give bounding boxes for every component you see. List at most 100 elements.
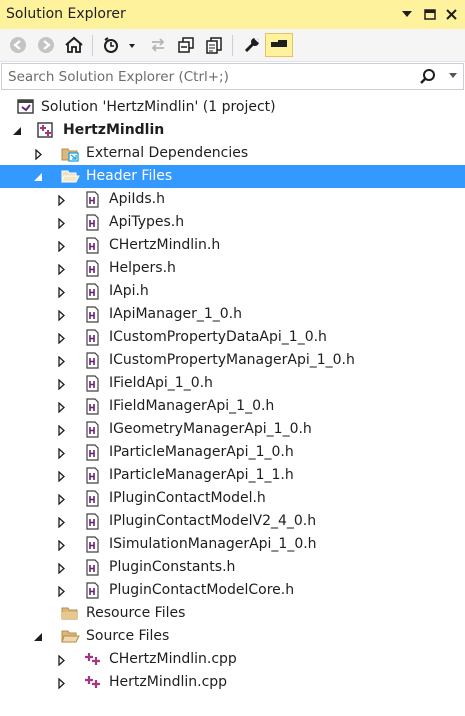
collapsed-arrow-icon[interactable] xyxy=(56,217,67,230)
maximize-icon[interactable] xyxy=(421,5,439,23)
tree-item-label: ApiTypes.h xyxy=(109,214,185,230)
collapsed-arrow-icon[interactable] xyxy=(56,516,67,529)
solution-tree: Solution 'HertzMindlin' (1 project) Hert… xyxy=(0,96,465,694)
collapsed-arrow-icon[interactable] xyxy=(56,401,67,414)
tree-item-header-file[interactable]: IGeometryManagerApi_1_0.h xyxy=(0,418,465,441)
pending-changes-filter-icon[interactable] xyxy=(102,33,136,57)
collapsed-arrow-icon[interactable] xyxy=(56,355,67,368)
collapsed-arrow-icon[interactable] xyxy=(56,240,67,253)
collapsed-arrow-icon[interactable] xyxy=(56,424,67,437)
tree-item-header-file[interactable]: IFieldManagerApi_1_0.h xyxy=(0,395,465,418)
tree-item-header-file[interactable]: IFieldApi_1_0.h xyxy=(0,372,465,395)
tree-item-label: HertzMindlin xyxy=(63,122,165,138)
expanded-arrow-icon[interactable] xyxy=(33,171,44,182)
search-box[interactable] xyxy=(1,63,464,90)
tree-item-source-file[interactable]: CHertzMindlin.cpp xyxy=(0,648,465,671)
folder-icon xyxy=(61,605,78,622)
collapsed-arrow-icon[interactable] xyxy=(56,654,67,667)
toolbar-separator xyxy=(232,35,233,56)
header-file-icon xyxy=(84,260,101,277)
panel-title: Solution Explorer xyxy=(6,6,126,22)
collapsed-arrow-icon[interactable] xyxy=(56,493,67,506)
tree-item-label: Source Files xyxy=(86,628,170,644)
cpp-file-icon xyxy=(84,651,101,668)
collapsed-arrow-icon[interactable] xyxy=(56,562,67,575)
properties-wrench-icon[interactable] xyxy=(240,33,264,57)
header-file-icon xyxy=(84,214,101,231)
collapsed-arrow-icon[interactable] xyxy=(56,539,67,552)
tree-item-solution[interactable]: Solution 'HertzMindlin' (1 project) xyxy=(0,96,465,119)
toolbar-separator xyxy=(92,35,93,56)
tree-item-header-files[interactable]: Header Files xyxy=(0,165,465,188)
home-icon[interactable] xyxy=(62,33,86,57)
header-file-icon xyxy=(84,237,101,254)
tree-item-source-file[interactable]: HertzMindlin.cpp xyxy=(0,671,465,694)
search-options-dropdown-icon[interactable] xyxy=(449,73,457,78)
tree-item-label: PluginContactModelCore.h xyxy=(109,582,295,598)
search-input[interactable] xyxy=(2,64,428,89)
header-file-icon xyxy=(84,582,101,599)
collapsed-arrow-icon[interactable] xyxy=(56,447,67,460)
tree-item-header-file[interactable]: IApi.h xyxy=(0,280,465,303)
collapsed-arrow-icon[interactable] xyxy=(56,286,67,299)
collapse-all-icon[interactable] xyxy=(174,33,198,57)
back-icon[interactable] xyxy=(6,33,30,57)
collapsed-arrow-icon[interactable] xyxy=(56,309,67,322)
expanded-arrow-icon[interactable] xyxy=(12,125,23,136)
tree-item-label: IFieldApi_1_0.h xyxy=(109,375,213,391)
tree-item-label: IApi.h xyxy=(109,283,149,299)
tree-item-label: ApiIds.h xyxy=(109,191,165,207)
collapsed-arrow-icon[interactable] xyxy=(33,148,44,161)
header-file-icon xyxy=(84,398,101,415)
tree-item-label: IGeometryManagerApi_1_0.h xyxy=(109,421,312,437)
collapsed-arrow-icon[interactable] xyxy=(56,470,67,483)
tree-item-label: ICustomPropertyDataApi_1_0.h xyxy=(109,329,327,345)
tree-item-header-file[interactable]: ApiTypes.h xyxy=(0,211,465,234)
collapsed-arrow-icon[interactable] xyxy=(56,378,67,391)
forward-icon[interactable] xyxy=(34,33,58,57)
close-icon[interactable] xyxy=(442,5,460,23)
preview-selected-items-icon[interactable] xyxy=(265,33,293,57)
header-file-icon xyxy=(84,421,101,438)
collapsed-arrow-icon[interactable] xyxy=(56,332,67,345)
tree-item-label: Solution 'HertzMindlin' (1 project) xyxy=(41,99,276,115)
tree-item-header-file[interactable]: PluginContactModelCore.h xyxy=(0,579,465,602)
collapsed-arrow-icon[interactable] xyxy=(56,194,67,207)
expanded-arrow-icon[interactable] xyxy=(33,631,44,642)
tree-item-header-file[interactable]: CHertzMindlin.h xyxy=(0,234,465,257)
tree-item-label: HertzMindlin.cpp xyxy=(109,674,228,690)
tree-item-external-dependencies[interactable]: External Dependencies xyxy=(0,142,465,165)
tree-item-resource-files[interactable]: Resource Files xyxy=(0,602,465,625)
tree-item-source-files[interactable]: Source Files xyxy=(0,625,465,648)
cpp-file-icon xyxy=(84,674,101,691)
tree-item-label: ISimulationManagerApi_1_0.h xyxy=(109,536,317,552)
tree-item-header-file[interactable]: IApiManager_1_0.h xyxy=(0,303,465,326)
tree-item-label: IApiManager_1_0.h xyxy=(109,306,242,322)
tree-item-header-file[interactable]: Helpers.h xyxy=(0,257,465,280)
header-file-icon xyxy=(84,559,101,576)
header-file-icon xyxy=(84,306,101,323)
tree-item-project[interactable]: HertzMindlin xyxy=(0,119,465,142)
tree-item-header-file[interactable]: IParticleManagerApi_1_0.h xyxy=(0,441,465,464)
show-all-files-icon[interactable] xyxy=(202,33,226,57)
header-file-icon xyxy=(84,467,101,484)
tree-item-header-file[interactable]: IParticleManagerApi_1_1.h xyxy=(0,464,465,487)
header-file-icon xyxy=(84,375,101,392)
sync-with-active-document-icon[interactable] xyxy=(146,33,170,57)
tree-item-label: IPluginContactModelV2_4_0.h xyxy=(109,513,317,529)
tree-item-header-file[interactable]: PluginConstants.h xyxy=(0,556,465,579)
tree-item-header-file[interactable]: ISimulationManagerApi_1_0.h xyxy=(0,533,465,556)
tree-item-header-file[interactable]: ICustomPropertyDataApi_1_0.h xyxy=(0,326,465,349)
tree-item-header-file[interactable]: ApiIds.h xyxy=(0,188,465,211)
tree-item-header-file[interactable]: IPluginContactModel.h xyxy=(0,487,465,510)
collapsed-arrow-icon[interactable] xyxy=(56,677,67,690)
tree-item-label: IParticleManagerApi_1_0.h xyxy=(109,444,294,460)
collapsed-arrow-icon[interactable] xyxy=(56,263,67,276)
header-file-icon xyxy=(84,490,101,507)
tree-item-label: Resource Files xyxy=(86,605,186,621)
window-position-dropdown-icon[interactable] xyxy=(398,5,416,23)
tree-item-header-file[interactable]: ICustomPropertyManagerApi_1_0.h xyxy=(0,349,465,372)
tree-item-header-file[interactable]: IPluginContactModelV2_4_0.h xyxy=(0,510,465,533)
search-icon[interactable] xyxy=(419,68,437,86)
collapsed-arrow-icon[interactable] xyxy=(56,585,67,598)
